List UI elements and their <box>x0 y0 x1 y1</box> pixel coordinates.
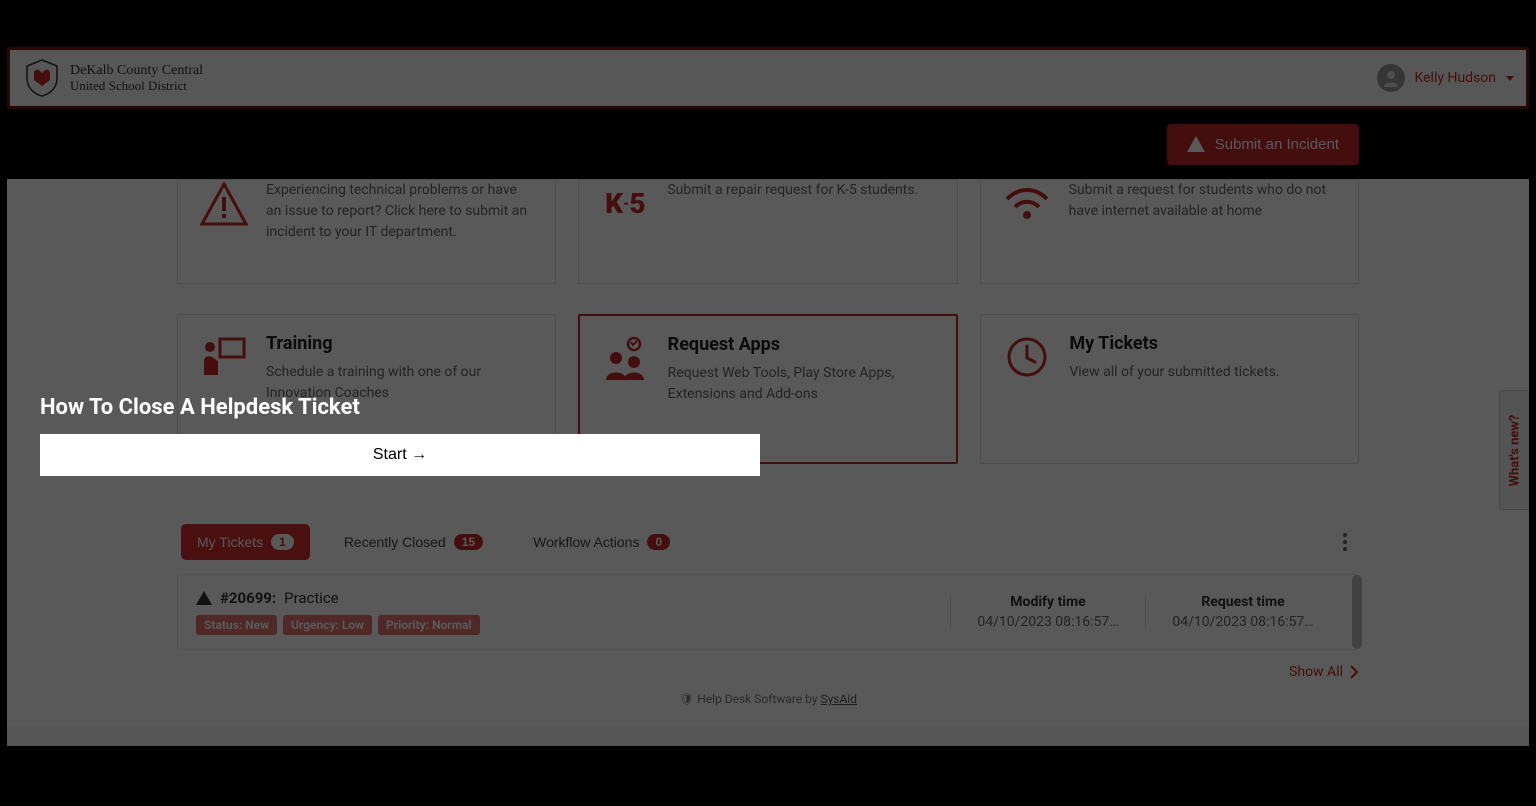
tutorial-title: How To Close A Helpdesk Ticket <box>40 395 760 420</box>
tutorial-start-button[interactable]: Start → <box>40 434 760 476</box>
tutorial-box: How To Close A Helpdesk Ticket Start → <box>40 395 760 476</box>
